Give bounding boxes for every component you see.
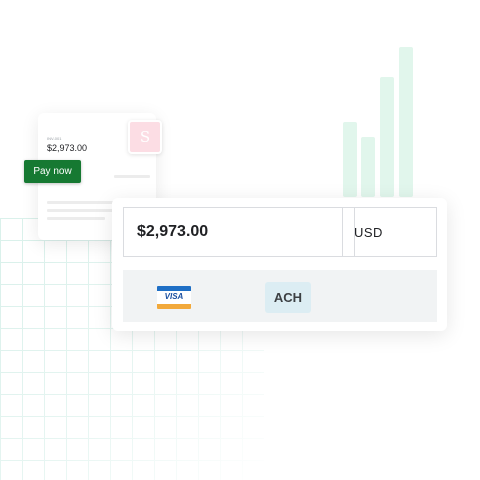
chart-bar (380, 77, 394, 197)
visa-stripe-bottom (157, 304, 191, 309)
amount-input[interactable]: $2,973.00 (123, 207, 355, 257)
ach-option[interactable]: ACH (265, 282, 311, 313)
chart-bar (361, 137, 375, 197)
visa-label: VISA (164, 292, 184, 301)
visa-stripe-top (157, 286, 191, 291)
visa-card-icon[interactable]: VISA (157, 286, 191, 309)
payment-card: $2,973.00 USD VISA ACH (112, 198, 447, 331)
chart-bar (343, 122, 357, 197)
invoice-amount: $2,973.00 (47, 143, 88, 153)
chart-bar (399, 47, 413, 197)
payment-methods: VISA ACH (123, 270, 437, 322)
placeholder-line (114, 175, 150, 178)
currency-select[interactable]: USD (342, 207, 437, 257)
placeholder-line (47, 217, 105, 220)
placeholder-line (47, 201, 115, 204)
pay-now-button[interactable]: Pay now (24, 160, 81, 183)
invoice-label: INV-001 (47, 136, 62, 141)
avatar: S (128, 120, 162, 154)
